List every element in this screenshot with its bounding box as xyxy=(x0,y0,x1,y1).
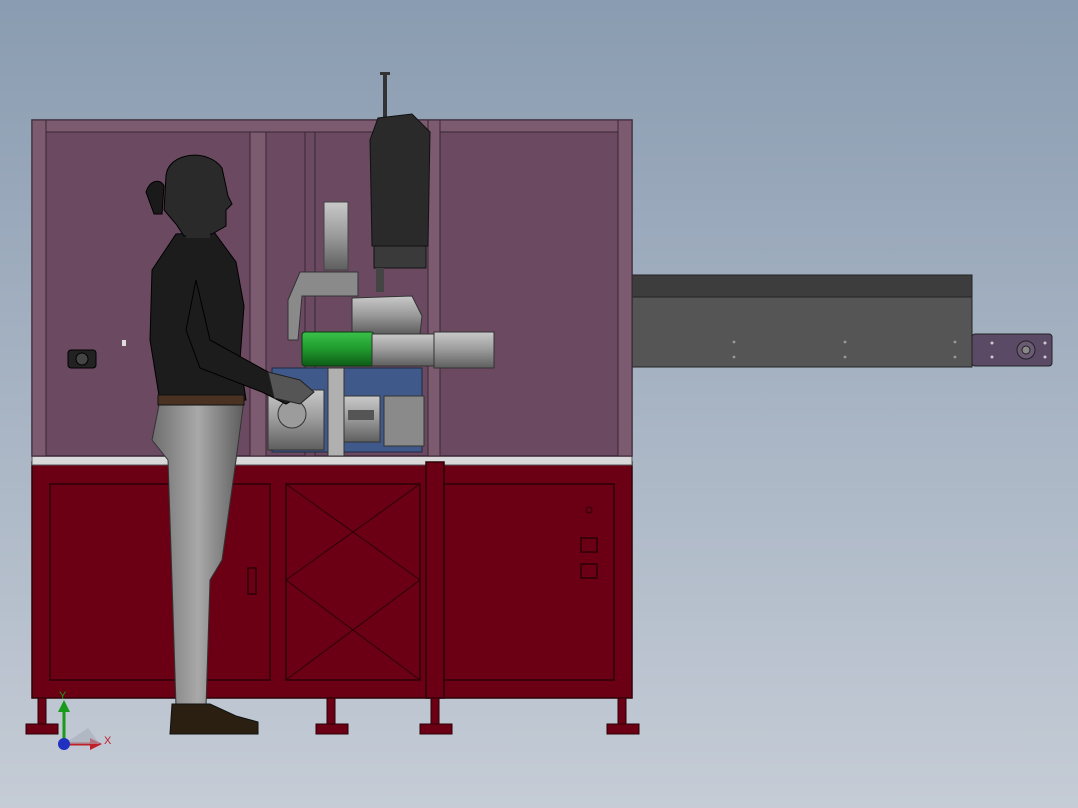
motor-label xyxy=(348,410,374,420)
cad-viewport[interactable]: Y X xyxy=(0,0,1078,808)
robot-arm xyxy=(373,245,427,269)
antenna-rod xyxy=(383,72,387,120)
small-label xyxy=(122,340,126,346)
bracket-bolt xyxy=(1043,341,1047,345)
robot-head xyxy=(369,113,431,247)
conveyor-bolt xyxy=(843,355,847,359)
cabinet-divider xyxy=(425,461,445,699)
conveyor-bolt xyxy=(953,355,957,359)
conveyor-body xyxy=(631,296,973,368)
conveyor-bolt xyxy=(732,340,736,344)
triad-z-axis-icon xyxy=(58,738,70,750)
lower-cabinet[interactable] xyxy=(25,454,640,735)
cabinet-body xyxy=(31,461,633,699)
switch-knob-icon xyxy=(75,352,89,366)
green-roller xyxy=(301,331,375,367)
antenna-cap xyxy=(380,72,390,75)
bracket-bolt xyxy=(1043,355,1047,359)
vertical-shaft xyxy=(327,367,345,457)
gear-icon xyxy=(277,399,307,429)
conveyor-top-belt xyxy=(631,274,973,298)
frame-right-post xyxy=(617,119,633,457)
robot-spindle xyxy=(376,268,384,292)
conveyor-bolt xyxy=(953,340,957,344)
servo-motor xyxy=(371,333,435,367)
operator-neck xyxy=(186,222,210,238)
frame-top-rail xyxy=(31,119,633,133)
bearing-block xyxy=(383,395,425,447)
servo-motor-end xyxy=(433,331,495,369)
bracket-bolt xyxy=(990,355,994,359)
triad-x-label: X xyxy=(104,735,112,747)
triad-y-label: Y xyxy=(59,690,67,702)
operator-belt xyxy=(157,394,245,406)
conveyor-bolt xyxy=(732,355,736,359)
mixing-hood xyxy=(351,295,423,335)
pneumatic-cylinder xyxy=(323,201,349,271)
bracket-bolt xyxy=(990,341,994,345)
frame-left-post xyxy=(31,119,47,457)
frame-mid-post xyxy=(249,131,267,457)
conveyor-bolt xyxy=(843,340,847,344)
conveyor-end-bracket xyxy=(971,333,1053,367)
bearing-center xyxy=(1021,345,1031,355)
